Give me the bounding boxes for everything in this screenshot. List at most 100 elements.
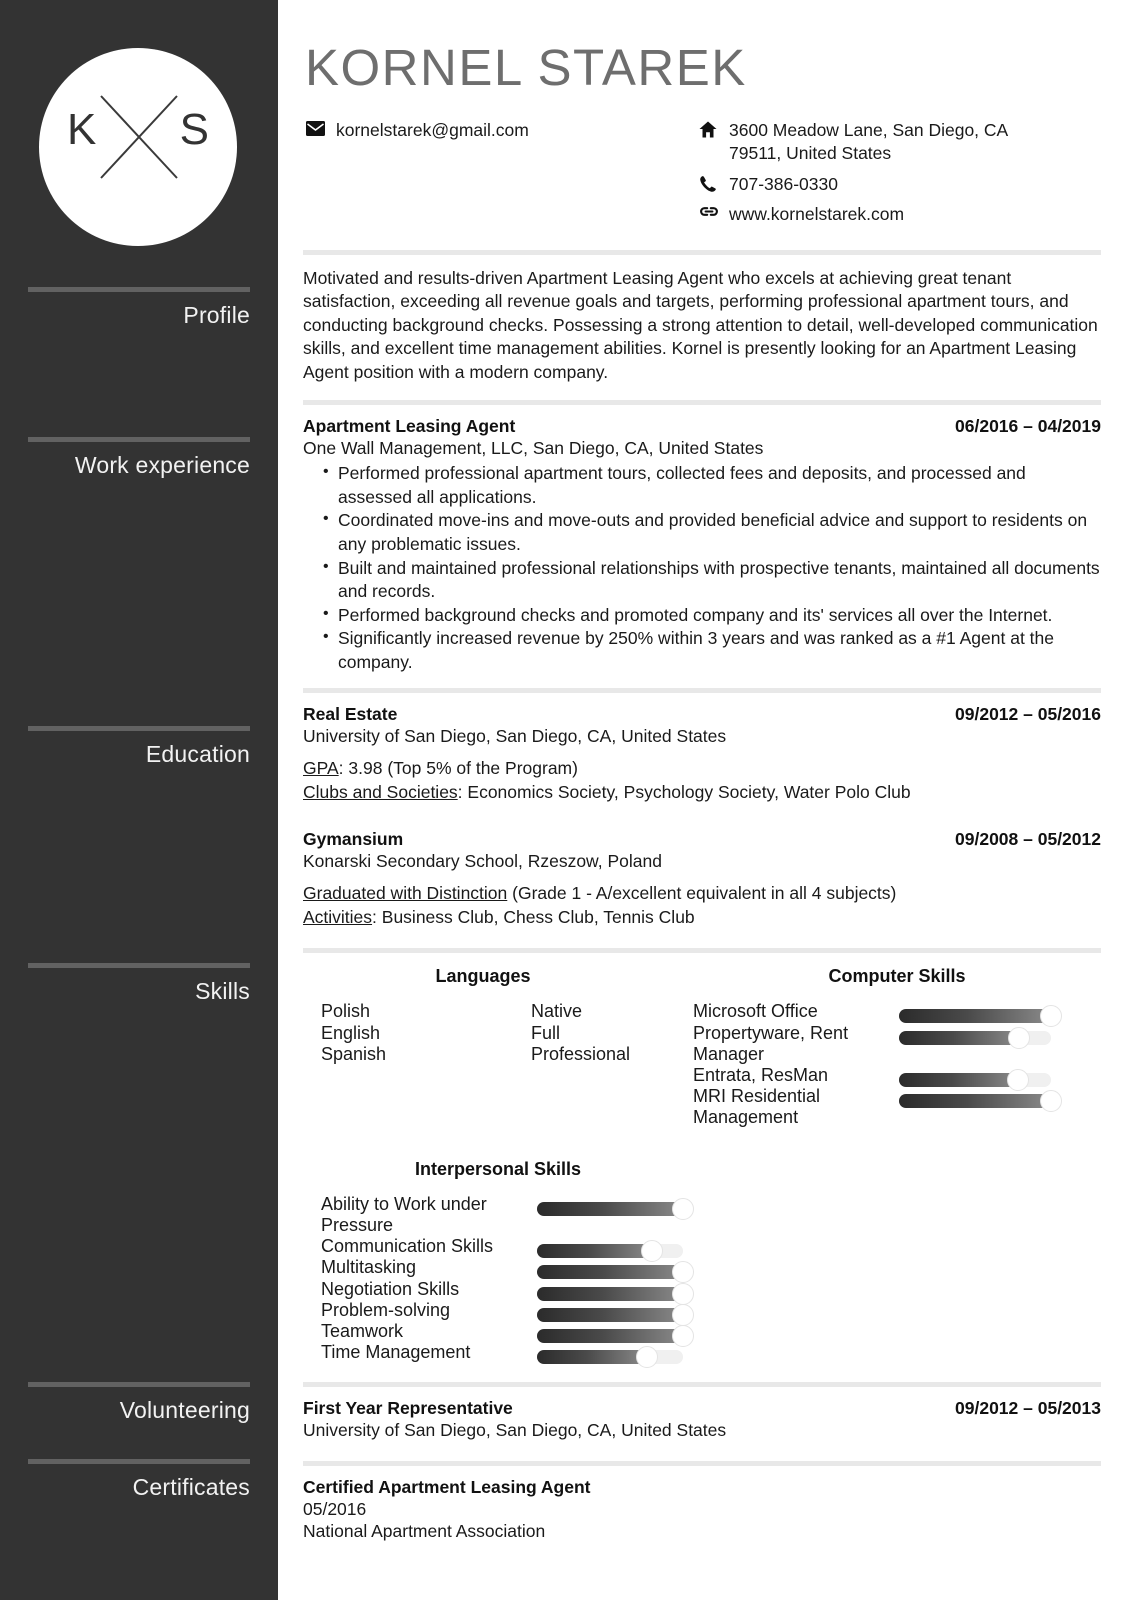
logo-monogram: K S — [39, 48, 237, 246]
skill-slider[interactable] — [537, 1325, 694, 1348]
contact-email-text: kornelstarek@gmail.com — [336, 120, 529, 140]
sidebar-item-education[interactable]: Education — [28, 726, 250, 768]
list-item: Teamwork — [321, 1321, 1101, 1342]
section-volunteering: First Year Representative 09/2012 – 05/2… — [303, 1381, 1101, 1441]
skill-slider[interactable] — [537, 1197, 694, 1220]
skill-slider-fill — [537, 1244, 653, 1259]
skill-label: Entrata, ResMan — [693, 1065, 829, 1086]
entry-header: Real Estate 09/2012 – 05/2016 — [303, 704, 1101, 725]
contact-block: kornelstarek@gmail.com 3600 Meadow Lane,… — [306, 119, 1101, 234]
detail-value: (Grade 1 - A/excellent equivalent in all… — [507, 883, 897, 904]
contact-website[interactable]: www.kornelstarek.com — [699, 203, 1008, 226]
detail-value: : 3.98 (Top 5% of the Program) — [338, 758, 578, 779]
detail-label: GPA — [303, 758, 339, 779]
section-work-experience: Apartment Leasing Agent 06/2016 – 04/201… — [303, 400, 1101, 674]
skill-slider[interactable] — [537, 1303, 694, 1326]
contact-phone[interactable]: 707-386-0330 — [699, 173, 1008, 196]
skill-slider[interactable] — [537, 1346, 683, 1369]
education-entry: Gymansium 09/2008 – 05/2012 Konarski Sec… — [303, 829, 1101, 929]
language-level: Full — [531, 1022, 561, 1043]
skill-label: Ability to Work under Pressure — [321, 1193, 487, 1235]
sidebar-item-volunteering[interactable]: Volunteering — [28, 1382, 250, 1424]
resume-main: KORNEL STAREK kornelstarek@gmail.com 360… — [278, 0, 1131, 1600]
skill-slider-knob[interactable] — [1008, 1026, 1031, 1049]
language-name: Polish — [321, 1001, 371, 1022]
section-divider — [303, 249, 1101, 255]
entry-detail: Graduated with Distinction (Grade 1 - A/… — [303, 882, 1101, 906]
contact-email[interactable]: kornelstarek@gmail.com — [306, 119, 699, 142]
section-divider — [303, 948, 1101, 954]
entry-detail: GPA: 3.98 (Top 5% of the Program) — [303, 757, 1101, 781]
sidebar-item-certificates[interactable]: Certificates — [28, 1459, 250, 1501]
entry-title: First Year Representative — [303, 1397, 513, 1418]
sidebar-item-skills[interactable]: Skills — [28, 963, 250, 1005]
computer-skills-heading: Computer Skills — [828, 966, 966, 987]
skill-slider[interactable] — [537, 1261, 694, 1284]
detail-label: Clubs and Societies — [303, 781, 458, 802]
section-certificates: Certified Apartment Leasing Agent 05/201… — [303, 1460, 1101, 1542]
skill-slider[interactable] — [899, 1005, 1062, 1028]
list-item: Coordinated move-ins and move-outs and p… — [303, 508, 1101, 556]
sidebar-item-label: Education — [145, 741, 250, 767]
skill-slider-fill — [899, 1030, 1020, 1045]
skill-slider-fill — [537, 1307, 683, 1322]
list-item: Problem-solving — [321, 1300, 1101, 1321]
skill-label: Communication Skills — [321, 1236, 494, 1257]
skill-slider-knob[interactable] — [635, 1346, 658, 1369]
logo-initial-right: S — [179, 105, 209, 154]
entry-header: Gymansium 09/2008 – 05/2012 — [303, 829, 1101, 850]
sidebar-divider — [28, 437, 250, 442]
sidebar-item-label: Skills — [195, 978, 250, 1004]
skill-slider-fill — [537, 1265, 683, 1280]
resume-page: K S Profile Work experience Education Sk… — [0, 0, 1131, 1600]
languages-heading: Languages — [435, 966, 531, 987]
home-icon — [699, 119, 729, 138]
language-level: Professional — [531, 1043, 631, 1064]
sidebar-divider — [28, 963, 250, 968]
section-education: Real Estate 09/2012 – 05/2016 University… — [303, 688, 1101, 929]
sidebar-item-label: Volunteering — [119, 1397, 250, 1423]
skill-slider[interactable] — [537, 1240, 683, 1263]
list-item: English Full — [321, 1023, 693, 1044]
work-entry: Apartment Leasing Agent 06/2016 – 04/201… — [303, 416, 1101, 674]
entry-date: 09/2012 – 05/2013 — [955, 1397, 1101, 1418]
skill-slider-fill — [537, 1286, 683, 1301]
skill-label: Time Management — [321, 1342, 471, 1363]
skill-slider-fill — [537, 1201, 683, 1216]
entry-subtitle: University of San Diego, San Diego, CA, … — [303, 726, 727, 747]
skill-slider-knob[interactable] — [672, 1282, 694, 1305]
entry-title: Certified Apartment Leasing Agent — [303, 1476, 591, 1497]
section-divider — [303, 1381, 1101, 1387]
volunteering-entry: First Year Representative 09/2012 – 05/2… — [303, 1398, 1101, 1441]
detail-value: : Business Club, Chess Club, Tennis Club — [372, 906, 695, 927]
skill-slider-fill — [899, 1094, 1051, 1109]
sidebar-item-label: Profile — [183, 302, 250, 328]
skill-slider-fill — [899, 1009, 1051, 1024]
skill-slider[interactable] — [899, 1026, 1051, 1049]
contact-column-right: 3600 Meadow Lane, San Diego, CA 79511, U… — [699, 119, 1008, 234]
skill-slider[interactable] — [537, 1282, 694, 1305]
skill-slider-knob[interactable] — [672, 1197, 694, 1220]
list-item: Multitasking — [321, 1257, 1101, 1278]
skill-slider[interactable] — [899, 1090, 1062, 1113]
skill-slider-knob[interactable] — [672, 1325, 694, 1348]
skill-slider-knob[interactable] — [1006, 1069, 1029, 1092]
skill-slider[interactable] — [899, 1069, 1051, 1092]
sidebar-item-profile[interactable]: Profile — [28, 287, 250, 329]
computer-skills-block: Computer Skills Microsoft Office Propert… — [693, 966, 1101, 1128]
sidebar-divider — [28, 726, 250, 731]
skill-label: Multitasking — [321, 1257, 417, 1278]
list-item: Negotiation Skills — [321, 1279, 1101, 1300]
detail-label: Activities — [303, 906, 373, 927]
profile-text: Motivated and results-driven Apartment L… — [303, 267, 1098, 382]
skill-slider-knob[interactable] — [672, 1303, 694, 1326]
skill-label: Propertyware, Rent Manager — [693, 1022, 849, 1064]
sidebar-item-work-experience[interactable]: Work experience — [28, 437, 250, 479]
skill-label: Teamwork — [321, 1321, 404, 1342]
certificate-entry: Certified Apartment Leasing Agent 05/201… — [303, 1477, 1101, 1542]
education-entry: Real Estate 09/2012 – 05/2016 University… — [303, 704, 1101, 804]
entry-bullets: Performed professional apartment tours, … — [303, 461, 1101, 674]
link-icon — [699, 203, 729, 218]
entry-subtitle: University of San Diego, San Diego, CA, … — [303, 1419, 727, 1440]
contact-phone-text: 707-386-0330 — [729, 173, 838, 194]
